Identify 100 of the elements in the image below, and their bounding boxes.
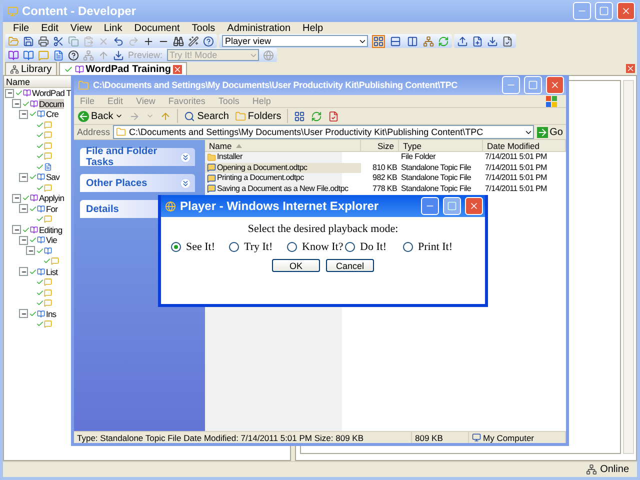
back-button[interactable]: Back bbox=[78, 110, 124, 122]
expander-icon[interactable] bbox=[19, 309, 28, 318]
file-name[interactable]: Opening a Document.odtpc bbox=[205, 162, 361, 173]
file-name[interactable]: Saving a Document as a New File.odtpc bbox=[205, 184, 361, 194]
binoculars-icon[interactable] bbox=[173, 36, 184, 46]
task-section-header[interactable]: Other Places bbox=[80, 174, 195, 192]
expander-icon[interactable] bbox=[12, 99, 21, 108]
save-icon[interactable] bbox=[23, 36, 34, 46]
menu-item[interactable]: View bbox=[70, 22, 92, 34]
address-field[interactable]: C:\Documents and Settings\My Documents\User Productivity Kit\Publishing Content\TPC bbox=[113, 125, 534, 139]
column-header[interactable]: Name bbox=[205, 140, 361, 151]
expander-icon[interactable] bbox=[5, 88, 14, 98]
radio-label[interactable]: Try It! bbox=[244, 241, 273, 253]
cancel-button[interactable]: Cancel bbox=[326, 259, 374, 272]
book-icon[interactable] bbox=[23, 50, 34, 60]
file-name[interactable]: Printing a Document.odtpc bbox=[205, 173, 361, 184]
tree-item[interactable]: Editing bbox=[39, 224, 62, 235]
menu-item[interactable]: Document bbox=[134, 22, 180, 34]
close-button[interactable] bbox=[465, 197, 483, 215]
expander-icon[interactable] bbox=[12, 194, 21, 203]
tree-item[interactable]: Applyin bbox=[39, 193, 64, 204]
menu-item[interactable]: File bbox=[13, 22, 30, 34]
scissors-icon[interactable] bbox=[53, 36, 64, 46]
tab[interactable]: Library bbox=[5, 62, 57, 75]
plus-icon[interactable] bbox=[143, 36, 154, 46]
radio-button[interactable] bbox=[229, 242, 239, 252]
radio-label[interactable]: Do It! bbox=[360, 241, 387, 253]
tree-item-icon[interactable] bbox=[44, 246, 52, 255]
sync-icon[interactable] bbox=[311, 110, 322, 122]
tab[interactable]: WordPad Training bbox=[58, 62, 187, 75]
column-header[interactable]: Name bbox=[6, 76, 30, 86]
help-icon[interactable] bbox=[68, 50, 79, 60]
task-section-header[interactable]: File and Folder Tasks bbox=[80, 148, 195, 166]
radio-button[interactable] bbox=[287, 242, 297, 252]
go-button[interactable]: Go bbox=[536, 126, 563, 138]
close-button[interactable] bbox=[546, 76, 564, 94]
folders-button[interactable]: Folders bbox=[234, 110, 282, 122]
document-icon[interactable] bbox=[53, 50, 64, 60]
close-icon bbox=[550, 80, 560, 90]
radio-button[interactable] bbox=[403, 242, 413, 252]
tree-item-icon[interactable] bbox=[44, 162, 52, 171]
search-button[interactable]: Search bbox=[184, 110, 229, 122]
menu-item[interactable]: Tools bbox=[192, 22, 216, 34]
layout-button[interactable] bbox=[372, 34, 385, 48]
radio-label[interactable]: Know It? bbox=[302, 241, 344, 253]
minimize-button[interactable] bbox=[421, 197, 439, 215]
down-arrow-icon[interactable] bbox=[113, 50, 124, 60]
expander-icon[interactable] bbox=[19, 172, 28, 182]
size-cell-text: 778 KB bbox=[372, 184, 398, 194]
views-icon[interactable] bbox=[294, 110, 306, 122]
tree-item[interactable]: For bbox=[46, 204, 58, 214]
menu-item[interactable]: Administration bbox=[227, 22, 291, 34]
scrollbar[interactable] bbox=[623, 80, 634, 454]
close-button[interactable] bbox=[617, 2, 635, 20]
layout-button[interactable] bbox=[389, 34, 402, 48]
upload-icon[interactable] bbox=[457, 36, 468, 46]
tree-item[interactable]: Sav bbox=[46, 172, 60, 182]
menu-item[interactable]: Edit bbox=[41, 22, 58, 34]
document-icon[interactable] bbox=[328, 110, 340, 122]
expander-icon[interactable] bbox=[19, 110, 28, 119]
tree-item[interactable]: List bbox=[46, 266, 58, 277]
menu-item[interactable]: Link bbox=[104, 22, 122, 34]
file-name[interactable]: Installer bbox=[205, 152, 361, 162]
undo-icon[interactable] bbox=[113, 36, 124, 46]
add-file-icon[interactable] bbox=[472, 36, 483, 46]
expander-icon[interactable] bbox=[19, 204, 28, 214]
layout-button[interactable] bbox=[406, 34, 419, 48]
radio-label[interactable]: Print It! bbox=[418, 241, 453, 253]
close-document-icon[interactable] bbox=[626, 64, 635, 73]
radio-button[interactable] bbox=[345, 242, 355, 252]
wand-icon[interactable] bbox=[188, 36, 199, 46]
ok-button[interactable]: OK bbox=[272, 259, 320, 272]
tree-item[interactable]: Docum bbox=[39, 98, 64, 109]
printer-icon[interactable] bbox=[38, 36, 49, 46]
column-header[interactable]: Size bbox=[361, 140, 399, 151]
view-select[interactable]: Player view bbox=[222, 35, 368, 47]
address-label: Address bbox=[77, 127, 110, 137]
menu-item[interactable]: Help bbox=[302, 22, 324, 34]
chevron-icon[interactable] bbox=[180, 178, 191, 188]
tree-item[interactable]: Cre bbox=[46, 109, 58, 120]
radio-label[interactable]: See It! bbox=[186, 241, 216, 253]
expander-icon[interactable] bbox=[19, 236, 28, 245]
help-icon[interactable] bbox=[203, 36, 214, 46]
expander-icon[interactable] bbox=[19, 267, 28, 276]
column-header[interactable]: Type bbox=[399, 140, 483, 151]
tree-item[interactable]: Ins bbox=[46, 308, 56, 319]
expander-icon[interactable] bbox=[26, 246, 35, 256]
download-icon[interactable] bbox=[487, 36, 498, 46]
tree-item[interactable]: Vie bbox=[46, 235, 57, 246]
book-icon[interactable] bbox=[8, 50, 19, 60]
expander-icon[interactable] bbox=[12, 225, 21, 234]
column-header[interactable]: Date Modified bbox=[483, 140, 566, 151]
file-check-icon[interactable] bbox=[502, 36, 513, 46]
network-icon[interactable] bbox=[423, 36, 434, 46]
maximize-button[interactable] bbox=[443, 197, 461, 215]
tree-item[interactable]: WordPad T bbox=[32, 88, 72, 98]
radio-button[interactable] bbox=[171, 242, 181, 252]
chevron-icon[interactable] bbox=[180, 152, 191, 162]
close-tab-icon[interactable] bbox=[172, 64, 182, 74]
refresh-icon[interactable] bbox=[438, 36, 449, 46]
